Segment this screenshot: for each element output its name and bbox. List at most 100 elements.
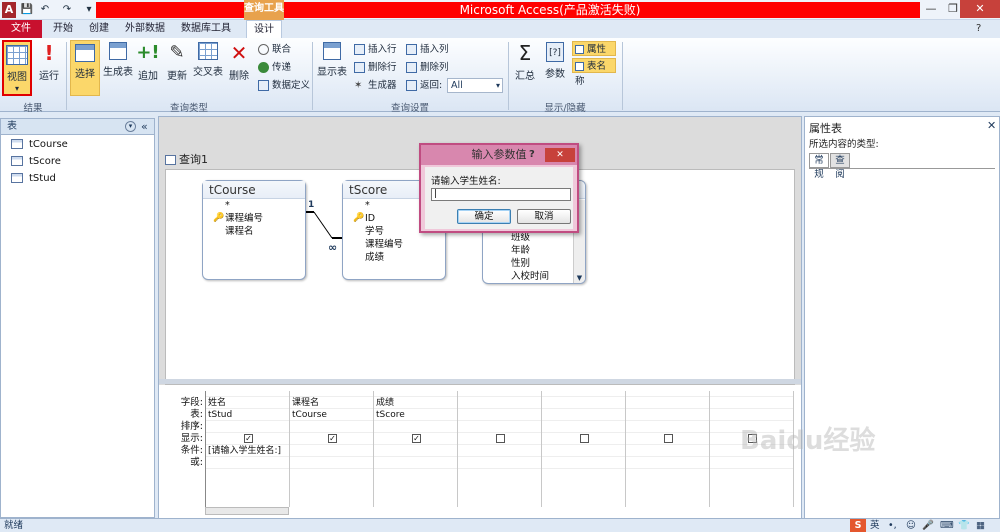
- union-button[interactable]: 联合: [258, 42, 291, 57]
- data-definition-button[interactable]: 数据定义: [258, 78, 310, 93]
- make-table-button[interactable]: 生成表: [102, 42, 134, 78]
- grid-cell-or[interactable]: [458, 457, 541, 469]
- field-item[interactable]: 入校时间: [483, 270, 585, 283]
- grid-cell-criteria[interactable]: [290, 445, 373, 457]
- navigation-pane-header[interactable]: 表 ▾ «: [1, 119, 154, 135]
- close-icon[interactable]: ✕: [960, 0, 1000, 18]
- grid-cell-table[interactable]: tScore: [374, 409, 457, 421]
- parameters-button[interactable]: [?] 参数: [542, 42, 568, 80]
- grid-cell-field[interactable]: [458, 397, 541, 409]
- grid-cell-sort[interactable]: [290, 421, 373, 433]
- grid-cell-sort[interactable]: [542, 421, 625, 433]
- scroll-down-icon[interactable]: ▼: [574, 274, 585, 282]
- field-item[interactable]: 课程编号: [343, 238, 445, 251]
- grid-cell-table[interactable]: tCourse: [290, 409, 373, 421]
- dialog-help-icon[interactable]: ?: [529, 145, 535, 165]
- grid-cell-field[interactable]: [710, 397, 793, 409]
- grid-scrollbar[interactable]: [205, 507, 289, 515]
- tab-database-tools[interactable]: 数据库工具: [176, 20, 236, 38]
- nav-collapse-icon[interactable]: «: [141, 119, 148, 134]
- document-tab-query1[interactable]: 查询1: [161, 151, 241, 169]
- grid-column[interactable]: 成绩 tScore ✓: [374, 391, 458, 507]
- grid-column[interactable]: 姓名 tStud ✓ [请输入学生姓名:]: [206, 391, 290, 507]
- grid-cell-criteria[interactable]: [542, 445, 625, 457]
- grid-cell-table[interactable]: [458, 409, 541, 421]
- tab-home[interactable]: 开始: [48, 20, 78, 38]
- grid-column[interactable]: [458, 391, 542, 507]
- dialog-title-bar[interactable]: 输入参数值 ? ✕: [421, 145, 577, 165]
- field-item[interactable]: 年龄: [483, 244, 585, 257]
- grid-cell-criteria[interactable]: [374, 445, 457, 457]
- grid-cell-criteria[interactable]: [请输入学生姓名:]: [206, 445, 289, 457]
- crosstab-button[interactable]: 交叉表: [192, 42, 224, 78]
- ime-menu-icon[interactable]: 👕: [958, 519, 970, 532]
- show-checkbox[interactable]: ✓: [244, 434, 253, 443]
- grid-cell-or[interactable]: [374, 457, 457, 469]
- grid-cell-table[interactable]: [542, 409, 625, 421]
- grid-cell-criteria[interactable]: [458, 445, 541, 457]
- tab-create[interactable]: 创建: [84, 20, 114, 38]
- field-list-title[interactable]: tCourse: [203, 181, 305, 199]
- view-button[interactable]: 视图 ▾: [2, 40, 32, 96]
- close-pane-icon[interactable]: ✕: [987, 119, 996, 132]
- customize-qat-icon[interactable]: ▾: [82, 3, 96, 17]
- nav-item-tstud[interactable]: tStud: [11, 171, 56, 187]
- grid-cell-field[interactable]: [626, 397, 709, 409]
- insert-rows-button[interactable]: 插入行: [354, 42, 397, 57]
- grid-cell-sort[interactable]: [458, 421, 541, 433]
- insert-columns-button[interactable]: 插入列: [406, 42, 449, 57]
- return-select[interactable]: All ▾: [447, 78, 503, 93]
- show-checkbox[interactable]: ✓: [328, 434, 337, 443]
- save-icon[interactable]: 💾: [20, 3, 34, 17]
- grid-cell-field[interactable]: [542, 397, 625, 409]
- grid-cell-or[interactable]: [626, 457, 709, 469]
- tab-design[interactable]: 设计: [246, 20, 282, 38]
- pass-through-button[interactable]: 传递: [258, 60, 291, 75]
- grid-cell-or[interactable]: [542, 457, 625, 469]
- grid-cell-table[interactable]: tStud: [206, 409, 289, 421]
- show-checkbox[interactable]: [580, 434, 589, 443]
- tab-external-data[interactable]: 外部数据: [120, 20, 170, 38]
- field-item[interactable]: 课程名: [203, 225, 305, 238]
- show-table-button[interactable]: 显示表: [316, 42, 348, 78]
- property-sheet-button[interactable]: 属性表: [572, 41, 616, 70]
- grid-cell-or[interactable]: [290, 457, 373, 469]
- microphone-icon[interactable]: 🎤: [922, 519, 934, 532]
- grid-cell-criteria[interactable]: [626, 445, 709, 457]
- nav-item-tcourse[interactable]: tCourse: [11, 137, 68, 153]
- ime-logo-icon[interactable]: S: [850, 519, 866, 532]
- ime-tools-icon[interactable]: ▦: [976, 519, 985, 532]
- grid-column[interactable]: 课程名 tCourse ✓: [290, 391, 374, 507]
- grid-cell-table[interactable]: [626, 409, 709, 421]
- field-item[interactable]: 成绩: [343, 251, 445, 264]
- grid-cell-or[interactable]: [206, 457, 289, 469]
- ime-punct-icon[interactable]: •,: [888, 519, 897, 532]
- dialog-close-icon[interactable]: ✕: [545, 148, 575, 162]
- field-item[interactable]: 🔑 课程编号: [203, 212, 305, 225]
- grid-cell-or[interactable]: [710, 457, 793, 469]
- tab-lookup[interactable]: 查阅: [830, 153, 850, 180]
- field-item[interactable]: *: [203, 199, 305, 212]
- show-checkbox[interactable]: [496, 434, 505, 443]
- grid-cell-field[interactable]: 姓名: [206, 397, 289, 409]
- select-query-button[interactable]: 选择: [70, 40, 100, 96]
- grid-cell-sort[interactable]: [626, 421, 709, 433]
- append-button[interactable]: +! 追加: [136, 42, 160, 82]
- keyboard-icon[interactable]: ⌨: [940, 519, 954, 532]
- builder-button[interactable]: ✶ 生成器: [354, 78, 397, 93]
- grid-cell-sort[interactable]: [374, 421, 457, 433]
- nav-menu-chevron-icon[interactable]: ▾: [125, 121, 136, 132]
- delete-columns-button[interactable]: 删除列: [406, 60, 449, 75]
- redo-icon[interactable]: ↷: [60, 3, 74, 17]
- grid-column[interactable]: [542, 391, 626, 507]
- update-button[interactable]: ✎ 更新: [164, 42, 190, 82]
- minimize-icon[interactable]: —: [920, 0, 942, 18]
- run-button[interactable]: ! 运行: [36, 42, 62, 82]
- field-list-tcourse[interactable]: tCourse * 🔑 课程编号 课程名: [202, 180, 306, 280]
- totals-button[interactable]: Σ 汇总: [512, 42, 538, 82]
- grid-column[interactable]: [626, 391, 710, 507]
- delete-query-button[interactable]: ✕ 删除: [226, 42, 252, 82]
- cancel-button[interactable]: 取消: [517, 209, 571, 224]
- grid-cell-field[interactable]: 课程名: [290, 397, 373, 409]
- ok-button[interactable]: 确定: [457, 209, 511, 224]
